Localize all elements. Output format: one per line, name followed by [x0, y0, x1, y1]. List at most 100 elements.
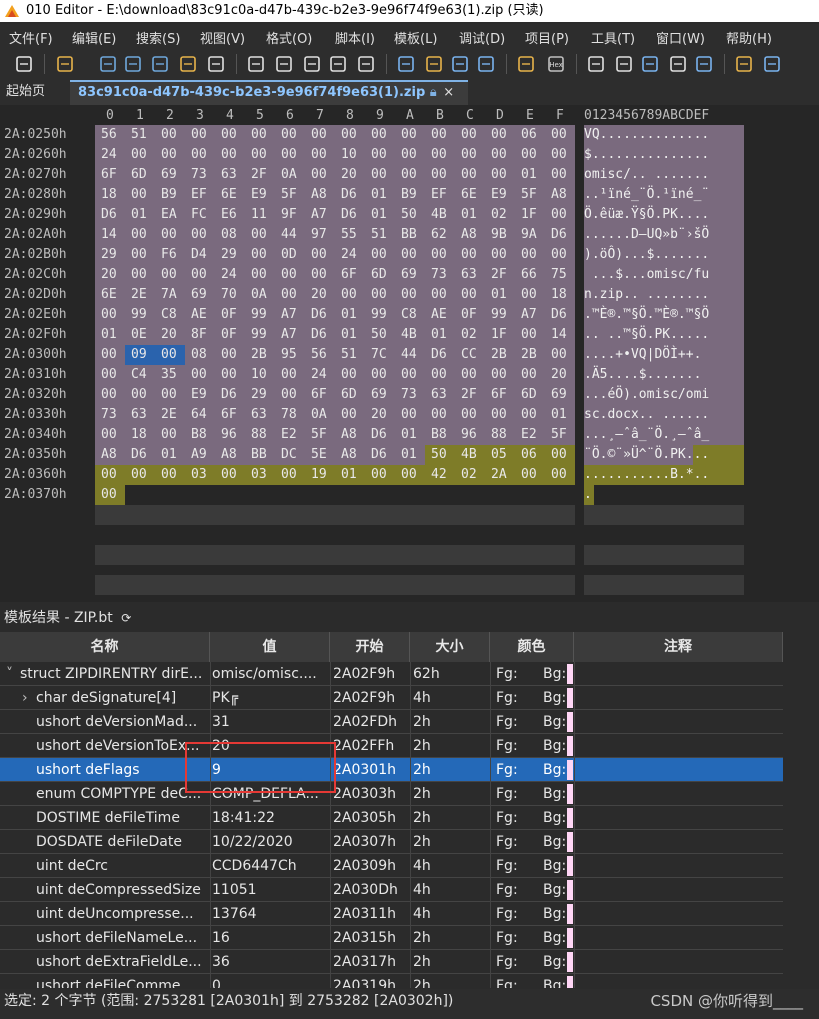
grid-column-header[interactable]: 开始	[330, 632, 410, 662]
hex-byte[interactable]: 00	[545, 445, 575, 465]
hex-byte[interactable]: 01	[455, 205, 485, 225]
hex-byte[interactable]: 5F	[305, 425, 335, 445]
hex-byte[interactable]: D6	[365, 425, 395, 445]
ascii-row[interactable]: ....+•VQ|DÖÌ++.	[584, 345, 744, 365]
hex-byte[interactable]: 95	[275, 345, 305, 365]
hex-byte[interactable]: A8	[335, 425, 365, 445]
hex-byte[interactable]: A7	[305, 205, 335, 225]
hex-byte[interactable]: 09	[125, 345, 155, 365]
hex-byte[interactable]: A7	[515, 305, 545, 325]
hex-editor-pane[interactable]: 0 1 2 3 4 5 6 7 8 9 A B C D E F 0123456789ABCDEF 2A:0250h…	[0, 105, 819, 602]
hex-byte[interactable]: 1F	[485, 325, 515, 345]
hex-byte[interactable]: 63	[425, 385, 455, 405]
hex-byte[interactable]: 8F	[185, 325, 215, 345]
hex-byte[interactable]: 00	[215, 465, 245, 485]
hex-byte[interactable]: 00	[515, 325, 545, 345]
menu-item-0[interactable]: 文件(F)	[9, 28, 53, 47]
ascii-row[interactable]: .Ä5....$.......	[584, 365, 744, 385]
expand-toggle-icon[interactable]: ›	[22, 686, 28, 710]
hex-byte[interactable]: 01	[515, 165, 545, 185]
hex-byte[interactable]: 08	[215, 225, 245, 245]
hex-byte[interactable]: 63	[245, 405, 275, 425]
hex-byte[interactable]: 62	[425, 225, 455, 245]
hex-byte[interactable]: 00	[515, 465, 545, 485]
hex-byte[interactable]: 00	[455, 165, 485, 185]
hex-byte[interactable]: 00	[155, 385, 185, 405]
hex-byte[interactable]: 10	[335, 145, 365, 165]
hex-byte[interactable]: 00	[335, 125, 365, 145]
hex-byte[interactable]: B8	[425, 425, 455, 445]
new-file-icon[interactable]	[14, 54, 34, 74]
hex-byte[interactable]: 6F	[335, 265, 365, 285]
compare-icon[interactable]	[762, 54, 782, 74]
hex-byte[interactable]: 35	[155, 365, 185, 385]
hex-byte[interactable]: 00	[365, 245, 395, 265]
hex-byte[interactable]: 00	[395, 165, 425, 185]
hex-byte[interactable]: 00	[425, 145, 455, 165]
hex-byte[interactable]: B9	[155, 185, 185, 205]
hex-byte[interactable]: 00	[455, 125, 485, 145]
tab-zip-file[interactable]: 83c91c0a-d47b-439c-b2e3-9e96f74f9e63(1).…	[70, 80, 468, 105]
hex-byte[interactable]: 0A	[275, 165, 305, 185]
ascii-row[interactable]: .. ..™§Ö.PK.....	[584, 325, 744, 345]
menu-item-11[interactable]: 帮助(H)	[726, 28, 772, 47]
highlight-icon[interactable]	[668, 54, 688, 74]
ascii-row[interactable]: ..¹ïné_¨Ö.¹ïné_¨	[584, 185, 744, 205]
hex-byte[interactable]: 96	[215, 425, 245, 445]
hex-byte[interactable]: 99	[245, 325, 275, 345]
hex-byte[interactable]: AE	[185, 305, 215, 325]
hex-byte[interactable]: E6	[215, 205, 245, 225]
template-results-grid[interactable]: 名称值开始 大小 颜色 注释 ˅ struct ZIPDIRENTRY dirE... om…	[0, 632, 783, 988]
hex-byte[interactable]: 00	[425, 365, 455, 385]
hex-byte[interactable]: 5E	[305, 445, 335, 465]
menu-item-4[interactable]: 格式(O)	[266, 28, 312, 47]
menu-item-7[interactable]: 调试(D)	[459, 28, 505, 47]
open-folder-icon[interactable]	[55, 54, 75, 74]
hex-byte[interactable]: E9	[485, 185, 515, 205]
hex-byte[interactable]: 73	[95, 405, 125, 425]
hex-byte[interactable]: 24	[95, 145, 125, 165]
ascii-row[interactable]: Ö.êüæ.Ÿ§Ö.PK....	[584, 205, 744, 225]
redo-icon[interactable]	[328, 54, 348, 74]
find-icon[interactable]	[356, 54, 376, 74]
hex-byte[interactable]: 00	[335, 365, 365, 385]
refresh-icon[interactable]: ⟳	[121, 611, 131, 625]
hex-byte[interactable]: FC	[185, 205, 215, 225]
hex-byte[interactable]: 00	[515, 145, 545, 165]
template-row[interactable]: ushort deExtraFieldLe... 36 2A0317h 2h Fg: Bg…	[0, 950, 783, 974]
hex-byte[interactable]: 7A	[155, 285, 185, 305]
template-row[interactable]: uint deCompressedSize 11051 2A030Dh 4h Fg: Bg…	[0, 878, 783, 902]
script-icon[interactable]	[516, 54, 536, 74]
hex-byte[interactable]: A9	[185, 445, 215, 465]
hex-byte[interactable]: 19	[305, 465, 335, 485]
hex-byte[interactable]: 20	[95, 265, 125, 285]
hex-byte[interactable]: 64	[185, 405, 215, 425]
calc-icon[interactable]	[694, 54, 714, 74]
ascii-row[interactable]: VQ..............	[584, 125, 744, 145]
hex-byte[interactable]: 02	[485, 205, 515, 225]
hex-byte[interactable]: 00	[455, 245, 485, 265]
hex-byte[interactable]: 00	[95, 485, 125, 505]
grid-column-header[interactable]: 注释	[574, 632, 783, 662]
hex-byte[interactable]: 00	[545, 125, 575, 145]
hex-byte[interactable]: 69	[185, 285, 215, 305]
hex-byte[interactable]: 56	[305, 345, 335, 365]
hex-byte[interactable]: A8	[95, 445, 125, 465]
hex-byte[interactable]: D6	[335, 205, 365, 225]
hex-byte[interactable]: 05	[485, 445, 515, 465]
hex-byte[interactable]: 00	[455, 365, 485, 385]
hex-byte[interactable]: 00	[125, 145, 155, 165]
replace-icon[interactable]	[396, 54, 416, 74]
hex-byte[interactable]: 4B	[455, 445, 485, 465]
hex-byte[interactable]: 00	[545, 165, 575, 185]
hex-byte[interactable]: 00	[245, 245, 275, 265]
paste-icon[interactable]	[274, 54, 294, 74]
hex-byte[interactable]: 01	[425, 325, 455, 345]
hex-byte[interactable]: C4	[125, 365, 155, 385]
hex-byte[interactable]: 99	[365, 305, 395, 325]
hex-byte[interactable]: A7	[275, 305, 305, 325]
hex-byte[interactable]: D6	[305, 325, 335, 345]
template-row[interactable]: uint deCrc CCD6447Ch 2A0309h 4h Fg: Bg:	[0, 854, 783, 878]
hex-byte[interactable]: 00	[545, 465, 575, 485]
hex-byte[interactable]: 00	[185, 265, 215, 285]
